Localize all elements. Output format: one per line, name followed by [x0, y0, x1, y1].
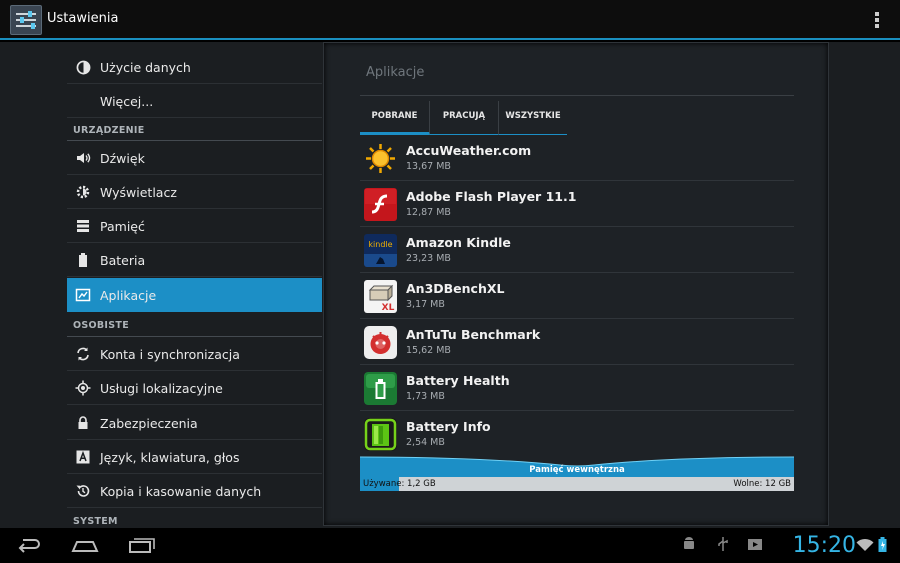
- app-name: Battery Info: [406, 419, 491, 434]
- app-size: 2,54 MB: [406, 437, 445, 448]
- language-icon: [75, 449, 91, 465]
- app-row-antutu[interactable]: AnTuTu Benchmark 15,62 MB: [360, 319, 794, 365]
- svg-text:kindle: kindle: [368, 240, 392, 249]
- wifi-icon: [856, 537, 874, 555]
- action-bar: Ustawienia: [0, 0, 900, 40]
- an3dbench-icon: XL: [364, 280, 397, 313]
- app-size: 1,73 MB: [406, 391, 445, 402]
- storage-icon: [75, 218, 91, 234]
- sidebar-item-label: Usługi lokalizacyjne: [100, 381, 223, 396]
- storage-used-label: Używane: 1,2 GB: [363, 479, 436, 489]
- sidebar-item-backup-reset[interactable]: Kopia i kasowanie danych: [67, 474, 322, 508]
- status-clock[interactable]: 15:20: [793, 533, 856, 558]
- settings-sidebar: Użycie danych Więcej... URZĄDZENIE Dźwię…: [67, 50, 322, 528]
- tab-downloaded[interactable]: POBRANE: [360, 101, 430, 135]
- back-icon[interactable]: [16, 536, 42, 554]
- overflow-menu-icon[interactable]: [875, 12, 881, 28]
- location-icon: [75, 380, 91, 396]
- app-size: 15,62 MB: [406, 345, 451, 356]
- battery-info-icon: [364, 418, 397, 451]
- flash-player-icon: [364, 188, 397, 221]
- system-navigation-bar: 15:20: [0, 528, 900, 563]
- battery-status-icon: [878, 537, 887, 555]
- accuweather-sun-icon: [364, 142, 397, 175]
- app-size: 3,17 MB: [406, 299, 445, 310]
- section-header-device: URZĄDZENIE: [73, 125, 145, 136]
- apps-icon: [75, 287, 91, 303]
- app-size: 23,23 MB: [406, 253, 451, 264]
- app-row-flash-player[interactable]: Adobe Flash Player 11.1 12,87 MB: [360, 181, 794, 227]
- internal-storage-bar: Pamięć wewnętrzna Używane: 1,2 GB Wolne:…: [360, 455, 794, 491]
- svg-text:XL: XL: [382, 303, 395, 313]
- section-header-personal: OSOBISTE: [73, 320, 129, 331]
- sidebar-item-label: Dźwięk: [100, 151, 145, 166]
- app-name: An3DBenchXL: [406, 281, 505, 296]
- display-icon: [75, 184, 91, 200]
- sidebar-item-label: Konta i synchronizacja: [100, 347, 240, 362]
- app-row-accuweather[interactable]: AccuWeather.com 13,67 MB: [360, 135, 794, 181]
- settings-main: Użycie danych Więcej... URZĄDZENIE Dźwię…: [0, 42, 900, 528]
- sidebar-item-apps[interactable]: Aplikacje: [67, 278, 322, 312]
- app-size: 13,67 MB: [406, 161, 451, 172]
- sidebar-item-location[interactable]: Usługi lokalizacyjne: [67, 371, 322, 405]
- storage-usage-bar: Używane: 1,2 GB Wolne: 12 GB: [360, 477, 794, 491]
- app-name: Battery Health: [406, 373, 510, 388]
- sidebar-item-accounts-sync[interactable]: Konta i synchronizacja: [67, 337, 322, 371]
- app-tabs: POBRANE PRACUJĄ WSZYSTKIE: [360, 101, 794, 135]
- sidebar-item-language[interactable]: Język, klawiatura, głos: [67, 440, 322, 474]
- divider: [360, 95, 794, 96]
- app-size: 12,87 MB: [406, 207, 451, 218]
- sync-icon: [75, 346, 91, 362]
- sidebar-item-more[interactable]: Więcej...: [67, 84, 322, 118]
- sidebar-item-security[interactable]: Zabezpieczenia: [67, 406, 322, 440]
- tab-running[interactable]: PRACUJĄ: [430, 101, 499, 135]
- sidebar-item-data-usage[interactable]: Użycie danych: [67, 50, 322, 84]
- backup-icon: [75, 483, 91, 499]
- section-header-system: SYSTEM: [73, 516, 118, 527]
- app-row-battery-info[interactable]: Battery Info 2,54 MB: [360, 411, 794, 457]
- app-row-kindle[interactable]: kindle Amazon Kindle 23,23 MB: [360, 227, 794, 273]
- kindle-icon: kindle: [364, 234, 397, 267]
- sidebar-item-battery[interactable]: Bateria: [67, 243, 322, 277]
- sidebar-item-label: Zabezpieczenia: [100, 416, 198, 431]
- sidebar-item-label: Aplikacje: [100, 288, 157, 303]
- app-name: AnTuTu Benchmark: [406, 327, 541, 342]
- recent-apps-icon[interactable]: [128, 536, 156, 554]
- media-icon: [747, 536, 763, 554]
- sidebar-item-label: Język, klawiatura, głos: [100, 450, 240, 465]
- app-name: Adobe Flash Player 11.1: [406, 189, 577, 204]
- sidebar-item-storage[interactable]: Pamięć: [67, 209, 322, 243]
- sidebar-item-label: Pamięć: [100, 219, 145, 234]
- sidebar-item-label: Użycie danych: [100, 60, 191, 75]
- sidebar-item-label: Więcej...: [100, 94, 154, 109]
- sidebar-item-label: Kopia i kasowanie danych: [100, 484, 262, 499]
- usb-icon: [716, 536, 730, 554]
- app-name: AccuWeather.com: [406, 143, 532, 158]
- sidebar-item-sound[interactable]: Dźwięk: [67, 141, 322, 175]
- storage-free-label: Wolne: 12 GB: [733, 479, 791, 489]
- panel-title: Aplikacje: [366, 65, 425, 80]
- battery-icon: [75, 252, 91, 268]
- sidebar-item-label: Bateria: [100, 253, 146, 268]
- antutu-icon: [364, 326, 397, 359]
- sound-icon: [75, 150, 91, 166]
- apps-panel: Aplikacje POBRANE PRACUJĄ WSZYSTKIE Accu…: [323, 42, 829, 526]
- app-row-an3dbench[interactable]: XL An3DBenchXL 3,17 MB: [360, 273, 794, 319]
- settings-app-icon[interactable]: [10, 5, 42, 35]
- home-icon[interactable]: [71, 536, 99, 554]
- app-name: Amazon Kindle: [406, 235, 511, 250]
- battery-health-icon: [364, 372, 397, 405]
- sidebar-item-display[interactable]: Wyświetlacz: [67, 175, 322, 209]
- data-usage-icon: [75, 59, 91, 75]
- storage-label: Pamięć wewnętrzna: [529, 465, 625, 475]
- page-title: Ustawienia: [47, 11, 119, 26]
- lock-icon: [75, 415, 91, 431]
- tab-all[interactable]: WSZYSTKIE: [499, 101, 567, 135]
- android-debug-icon: [682, 536, 696, 554]
- app-row-battery-health[interactable]: Battery Health 1,73 MB: [360, 365, 794, 411]
- sidebar-item-label: Wyświetlacz: [100, 185, 177, 200]
